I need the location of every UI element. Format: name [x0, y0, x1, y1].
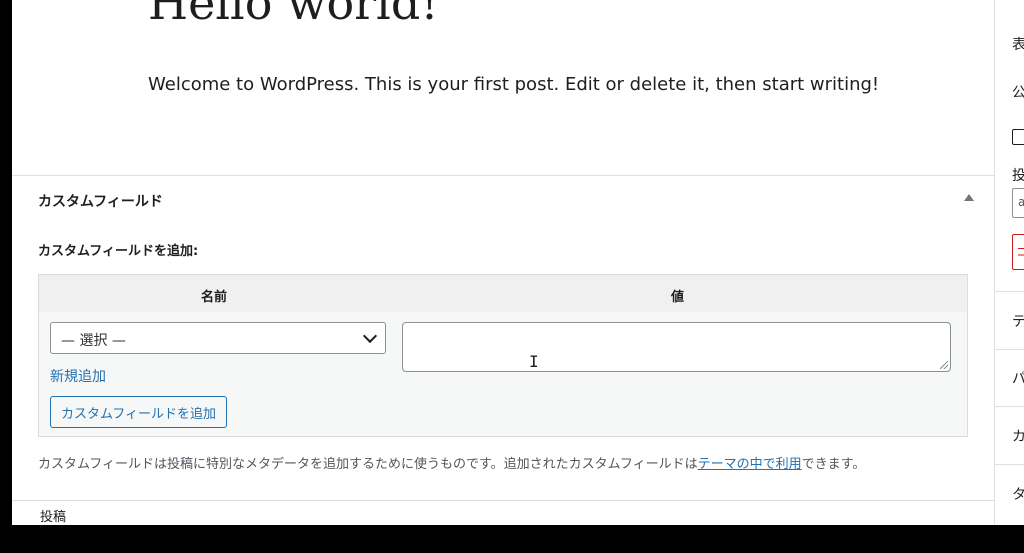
description-text: カスタムフィールドは投稿に特別なメタデータを追加するために使うものです。追加され…: [38, 457, 698, 472]
sidebar-item-4[interactable]: パ: [1012, 368, 1024, 388]
editor-canvas: Hello world! Welcome to WordPress. This …: [12, 0, 994, 525]
sidebar-item-6[interactable]: タ: [1012, 484, 1024, 504]
resize-handle-icon[interactable]: [940, 361, 948, 369]
sidebar-danger-label: コ: [1016, 243, 1024, 260]
sidebar-divider: [995, 291, 1024, 292]
sidebar-input-value: a: [1018, 195, 1024, 209]
add-custom-field-button[interactable]: カスタムフィールドを追加: [50, 396, 227, 428]
theme-usage-link[interactable]: テーマの中で利用: [698, 457, 802, 472]
field-value-textarea[interactable]: [402, 322, 951, 372]
metabox-divider: [12, 175, 994, 176]
select-value: — 選択 —: [61, 333, 126, 349]
custom-fields-table: 名前 値 — 選択 — 新規追加 カスタムフィールドを追加: [38, 274, 968, 437]
sidebar-item-3[interactable]: テ: [1012, 311, 1024, 331]
sidebar-item-5[interactable]: カ: [1012, 426, 1024, 446]
sidebar-item-1[interactable]: 公: [1012, 82, 1024, 102]
post-title[interactable]: Hello world!: [148, 0, 439, 30]
settings-sidebar: 表 公 投 a コ テ パ カ タ: [994, 0, 1024, 525]
field-name-select[interactable]: — 選択 —: [50, 322, 386, 354]
sidebar-input[interactable]: a: [1012, 188, 1024, 218]
editor-footer: 投稿: [12, 500, 994, 525]
breadcrumb-post[interactable]: 投稿: [40, 506, 66, 525]
table-header: 名前 値: [39, 275, 967, 312]
custom-fields-description: カスタムフィールドは投稿に特別なメタデータを追加するために使うものです。追加され…: [38, 453, 865, 472]
post-paragraph[interactable]: Welcome to WordPress. This is your first…: [148, 74, 879, 95]
custom-fields-panel-title[interactable]: カスタムフィールド: [38, 191, 163, 211]
chevron-down-icon: [362, 328, 378, 344]
sidebar-item-0[interactable]: 表: [1012, 34, 1024, 54]
sidebar-divider: [995, 464, 1024, 465]
column-header-name: 名前: [201, 290, 228, 305]
column-header-value: 値: [671, 290, 685, 305]
sidebar-item-2: 投: [1012, 165, 1024, 185]
collapse-up-icon[interactable]: [964, 194, 974, 201]
text-cursor-icon: I: [529, 352, 539, 371]
add-custom-field-label: カスタムフィールドを追加:: [38, 244, 199, 259]
sidebar-danger-button[interactable]: コ: [1012, 234, 1024, 270]
sidebar-divider: [995, 349, 1024, 350]
sidebar-checkbox[interactable]: [1012, 129, 1024, 145]
new-field-link[interactable]: 新規追加: [50, 366, 106, 386]
description-suffix: できます。: [801, 457, 866, 472]
sidebar-divider: [995, 406, 1024, 407]
